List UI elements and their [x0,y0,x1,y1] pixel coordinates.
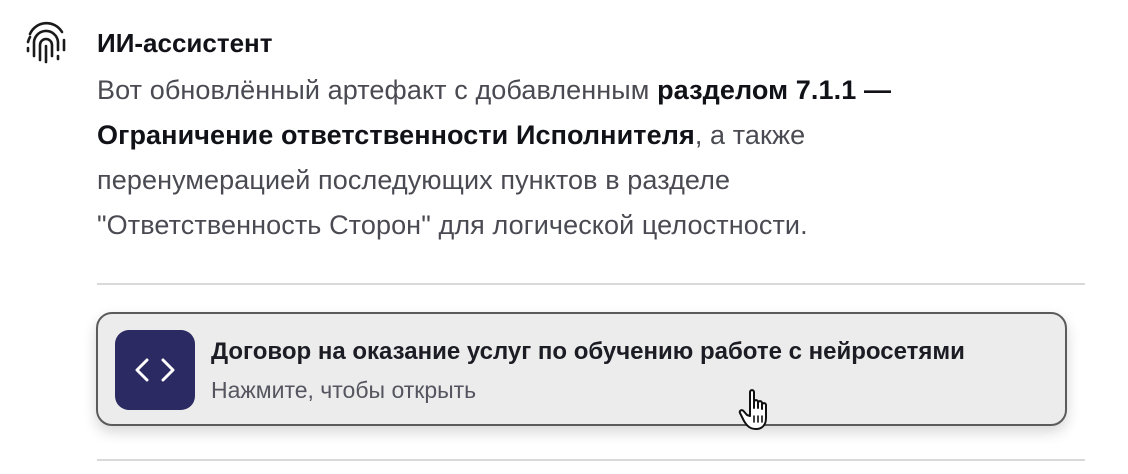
message-line: Ограничение ответственности Исполнителя,… [97,113,1077,158]
message-text: Вот обновлённый артефакт с добавленным [97,75,658,105]
message-text: , а также [694,120,806,150]
message-line: Вот обновлённый артефакт с добавленным р… [97,68,1077,113]
fingerprint-icon [26,21,66,64]
artifact-card[interactable]: Договор на оказание услуг по обучению ра… [96,312,1067,426]
message-bold-text: разделом 7.1.1 — [657,75,892,105]
divider [97,459,1085,461]
message-line: перенумерацией последующих пунктов в раз… [97,165,731,195]
assistant-message: ИИ-ассистент Вот обновлённый артефакт с … [0,0,1128,474]
code-icon [115,330,195,410]
artifact-open-hint: Нажмите, чтобы открыть [211,377,477,403]
message-line: "Ответственность Сторон" для логической … [97,210,808,240]
assistant-message-text: Вот обновлённый артефакт с добавленным р… [97,68,1077,248]
artifact-title: Договор на оказание услуг по обучению ра… [211,338,965,365]
divider [97,283,1085,285]
message-bold-text: Ограничение ответственности Исполнителя [97,120,695,150]
assistant-name: ИИ-ассистент [97,28,273,58]
